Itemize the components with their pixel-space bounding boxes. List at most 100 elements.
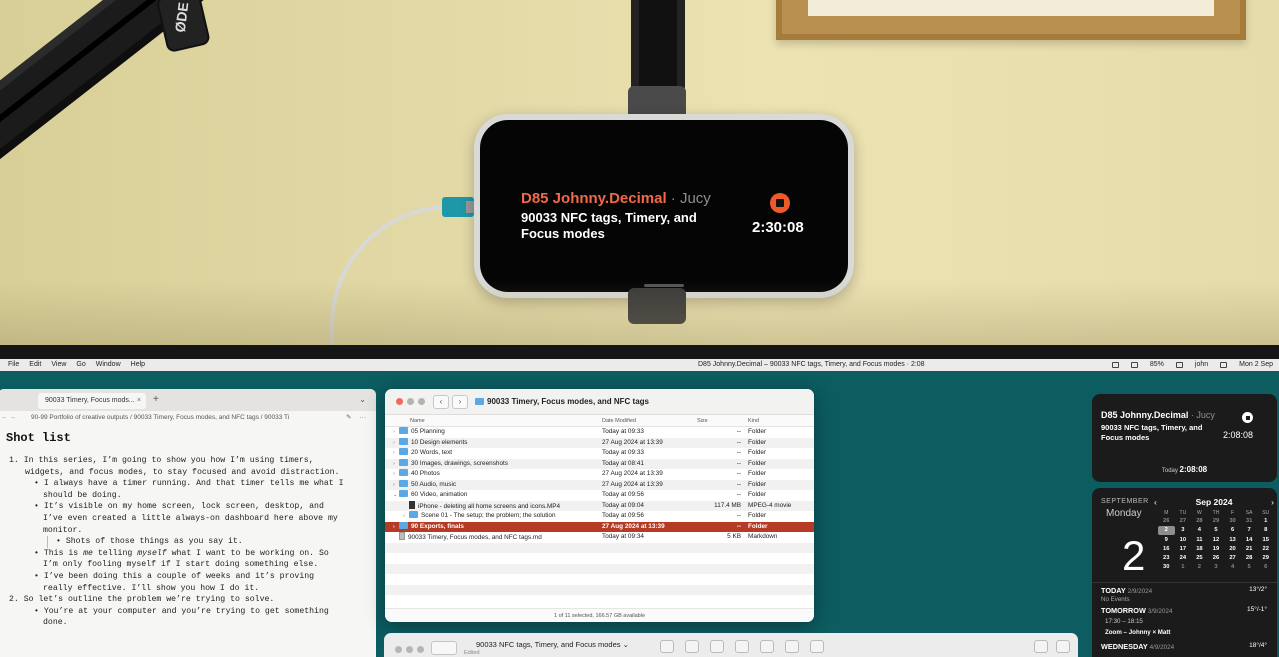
finder-row[interactable]: › 40 Photos 27 Aug 2024 at 13:39 -- Folder (385, 469, 814, 480)
calendar-day[interactable]: 1 (1175, 563, 1192, 571)
agenda-event[interactable]: Zoom – Johnny × Matt (1105, 629, 1171, 636)
calendar-day[interactable]: 3 (1175, 526, 1192, 534)
calendar-day[interactable]: 7 (1241, 526, 1258, 534)
calendar-day[interactable]: 30 (1158, 563, 1175, 571)
close-window-button[interactable] (395, 646, 402, 653)
calendar-day[interactable]: 16 (1158, 545, 1175, 553)
finder-row[interactable]: ⌄ 60 Video, animation Today at 09:56 -- Fold… (385, 490, 814, 501)
column-kind[interactable]: Kind (748, 415, 759, 427)
calendar-day[interactable]: 25 (1191, 554, 1208, 562)
edit-icon[interactable]: ✎ (346, 411, 351, 425)
disclosure-icon[interactable]: › (393, 469, 395, 480)
menu-file[interactable]: File (8, 361, 19, 368)
calendar-day[interactable]: 8 (1257, 526, 1274, 534)
collaborate-icon[interactable] (810, 640, 824, 653)
calendar-day[interactable]: 3 (1208, 563, 1225, 571)
minimize-window-button[interactable] (406, 646, 413, 653)
forward-arrow-icon[interactable]: → (9, 414, 16, 421)
menu-go[interactable]: Go (76, 361, 85, 368)
more-icon[interactable]: ··· (360, 411, 367, 425)
menubar-status-icon[interactable] (1130, 361, 1138, 368)
calendar-day[interactable]: 21 (1241, 545, 1258, 553)
format-icon[interactable] (1056, 640, 1070, 653)
chart-icon[interactable] (685, 640, 699, 653)
calendar-day[interactable]: 5 (1208, 526, 1225, 534)
chevron-right-icon[interactable]: › (1271, 497, 1274, 507)
menubar-clock[interactable]: Mon 2 Sep (1239, 361, 1273, 368)
stop-icon[interactable] (770, 193, 790, 213)
calendar-day[interactable]: 4 (1191, 526, 1208, 534)
sidebar-toggle-button[interactable] (431, 641, 457, 655)
close-icon[interactable]: × (137, 393, 141, 409)
breadcrumb[interactable]: 90-99 Portfolio of creative outputs / 90… (31, 411, 331, 425)
menu-edit[interactable]: Edit (29, 361, 41, 368)
finder-row[interactable]: iPhone - deleting all home screens and i… (385, 500, 814, 511)
comment-icon[interactable] (785, 640, 799, 653)
calendar-day[interactable]: 10 (1175, 536, 1192, 544)
wifi-icon[interactable] (1175, 361, 1183, 368)
disclosure-icon[interactable]: › (393, 438, 395, 449)
calendar-day[interactable]: 26 (1208, 554, 1225, 562)
calendar-day[interactable]: 5 (1241, 563, 1258, 571)
calendar-day[interactable]: 31 (1241, 517, 1258, 525)
menubar-battery[interactable]: 85% (1150, 361, 1164, 368)
calendar-day[interactable]: 30 (1224, 517, 1241, 525)
calendar-day[interactable]: 2 (1191, 563, 1208, 571)
calendar-day[interactable]: 14 (1241, 536, 1258, 544)
calendar-day[interactable]: 29 (1257, 554, 1274, 562)
finder-row[interactable]: › 20 Words, text Today at 09:33 -- Folder (385, 448, 814, 459)
calendar-day[interactable]: 9 (1158, 536, 1175, 544)
calendar-day[interactable]: 26 (1158, 517, 1175, 525)
editor-tab[interactable]: 90033 Timery, Focus mods... × (38, 393, 146, 409)
stop-icon[interactable] (1242, 412, 1253, 423)
back-button[interactable]: ‹ (433, 395, 449, 409)
media-icon[interactable] (760, 640, 774, 653)
calendar-day[interactable]: 11 (1191, 536, 1208, 544)
disclosure-icon[interactable]: › (403, 511, 405, 522)
minimize-window-button[interactable] (407, 398, 414, 405)
disclosure-icon[interactable]: › (393, 448, 395, 459)
zoom-window-button[interactable] (417, 646, 424, 653)
calendar-day[interactable]: 20 (1224, 545, 1241, 553)
chevron-down-icon[interactable]: ⌄ (359, 395, 366, 404)
menu-view[interactable]: View (51, 361, 66, 368)
disclosure-icon[interactable]: › (393, 459, 395, 470)
menubar-timer-status[interactable]: D85 Johnny.Decimal – 90033 NFC tags, Tim… (698, 361, 925, 368)
calendar-day[interactable]: 23 (1158, 554, 1175, 562)
finder-row[interactable]: › 90 Exports, finals 27 Aug 2024 at 13:39 -… (385, 521, 814, 533)
finder-row[interactable]: › Scene 01 - The setup; the problem; the … (385, 511, 814, 522)
calendar-day[interactable]: 29 (1208, 517, 1225, 525)
calendar-day[interactable]: 28 (1241, 554, 1258, 562)
share-icon[interactable] (1034, 640, 1048, 653)
calendar-day[interactable]: 15 (1257, 536, 1274, 544)
document-title[interactable]: 90033 NFC tags, Timery, and Focus modes … (476, 640, 629, 649)
calendar-day[interactable]: 2 (1158, 526, 1175, 535)
calendar-day[interactable]: 6 (1257, 563, 1274, 571)
calendar-day[interactable]: 17 (1175, 545, 1192, 553)
calendar-day[interactable]: 18 (1191, 545, 1208, 553)
calendar-day[interactable]: 4 (1224, 563, 1241, 571)
menu-window[interactable]: Window (96, 361, 121, 368)
calendar-day[interactable]: 27 (1175, 517, 1192, 525)
calendar-day[interactable]: 1 (1257, 517, 1274, 525)
disclosure-icon[interactable]: › (393, 427, 395, 438)
calendar-day[interactable]: 27 (1224, 554, 1241, 562)
column-date-modified[interactable]: Date Modified (602, 415, 636, 427)
timer-widget[interactable]: D85 Johnny.Decimal · Jucy 90033 NFC tags… (1092, 394, 1277, 482)
finder-row[interactable]: › 05 Planning Today at 09:33 -- Folder (385, 427, 814, 438)
calendar-day[interactable]: 6 (1224, 526, 1241, 534)
menubar-user[interactable]: john (1195, 361, 1208, 368)
column-name[interactable]: Name (410, 415, 425, 427)
menu-help[interactable]: Help (131, 361, 145, 368)
calendar-day[interactable]: 12 (1208, 536, 1225, 544)
finder-row[interactable]: 90033 Timery, Focus modes, and NFC tags.… (385, 532, 814, 543)
column-size[interactable]: Size (697, 415, 708, 427)
disclosure-icon[interactable]: › (393, 522, 395, 533)
new-tab-icon[interactable]: + (153, 394, 159, 405)
forward-button[interactable]: › (452, 395, 468, 409)
document-body[interactable]: 1. In this series, I’m going to show you… (0, 455, 376, 629)
calendar-day[interactable]: 24 (1175, 554, 1192, 562)
menubar-status-icon[interactable] (1111, 361, 1119, 368)
calendar-day[interactable]: 13 (1224, 536, 1241, 544)
close-window-button[interactable] (396, 398, 403, 405)
